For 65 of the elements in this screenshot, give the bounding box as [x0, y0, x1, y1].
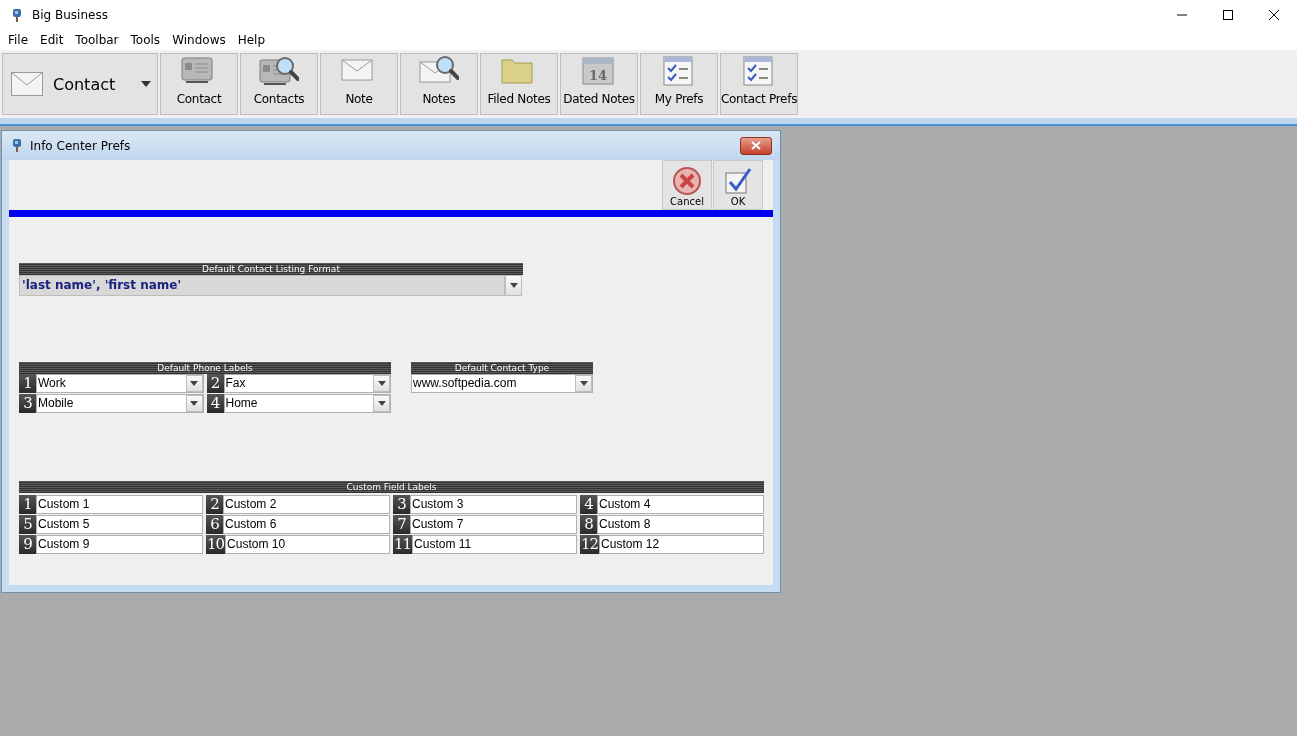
dropdown-button[interactable]	[505, 275, 522, 296]
input-field[interactable]: Custom 4	[597, 495, 764, 514]
field-number: 12	[580, 535, 600, 554]
field-number: 6	[206, 515, 223, 534]
toolbar-button[interactable]: Contacts	[240, 53, 318, 115]
envelope-icon	[11, 72, 43, 96]
field-number: 2	[206, 374, 224, 393]
section-header: Default Phone Labels	[19, 362, 391, 374]
cancel-icon	[672, 166, 702, 196]
section-header: Default Contact Listing Format	[19, 263, 523, 275]
cancel-button[interactable]: Cancel	[662, 160, 712, 210]
ok-button[interactable]: OK	[713, 160, 763, 210]
field-number: 10	[206, 535, 226, 554]
field-number: 1	[19, 374, 36, 393]
menu-item[interactable]: File	[2, 33, 35, 47]
input-field[interactable]: Custom 6	[223, 515, 390, 534]
input-field[interactable]: Custom 8	[597, 515, 764, 534]
input-field[interactable]: Custom 7	[410, 515, 577, 534]
toolbar-button[interactable]: Contact	[160, 53, 238, 115]
dialog-title: Info Center Prefs	[30, 138, 131, 153]
contact-selector[interactable]: Contact	[2, 53, 158, 115]
close-button[interactable]	[740, 136, 772, 155]
field-number: 9	[19, 535, 36, 554]
toolbar-button[interactable]: My Prefs	[640, 53, 718, 115]
field-number: 7	[393, 515, 410, 534]
field-number: 3	[19, 394, 36, 413]
menu-item[interactable]: Edit	[34, 33, 70, 47]
menu-item[interactable]: Help	[231, 33, 272, 47]
app-icon	[10, 7, 24, 23]
field-number: 2	[206, 495, 223, 514]
field-number: 5	[19, 515, 36, 534]
input-field[interactable]: Custom 11	[412, 535, 577, 554]
input-field[interactable]: Custom 12	[599, 535, 764, 554]
menu-item[interactable]: Tools	[124, 33, 167, 47]
input-field[interactable]: Custom 5	[36, 515, 203, 534]
input-field[interactable]: Custom 2	[223, 495, 390, 514]
card-search-icon	[259, 54, 299, 88]
app-icon	[10, 138, 24, 153]
caret-icon	[141, 81, 151, 87]
close-icon	[751, 141, 761, 150]
input-field[interactable]: Custom 10	[225, 535, 390, 554]
window-title: Big Business	[32, 8, 108, 22]
section-header: Default Contact Type	[411, 362, 593, 374]
toolbar-button[interactable]: Contact Prefs	[720, 53, 798, 115]
close-icon[interactable]	[1268, 9, 1280, 21]
menu-item[interactable]: Toolbar	[69, 33, 125, 47]
input-field[interactable]: Custom 3	[410, 495, 577, 514]
dropdown-arrow-icon	[509, 283, 518, 288]
maximize-icon[interactable]	[1222, 9, 1234, 21]
dropdown-field[interactable]: 'last name', 'first name'	[19, 275, 505, 296]
field-number: 4	[580, 495, 597, 514]
field-number: 3	[393, 495, 410, 514]
field-number: 8	[580, 515, 597, 534]
toolbar-button[interactable]: Filed Notes	[480, 53, 558, 115]
input-field[interactable]: Custom 9	[36, 535, 203, 554]
field-number: 4	[206, 394, 224, 413]
toolbar-button[interactable]: Notes	[400, 53, 478, 115]
toolbar-button[interactable]: 14 Dated Notes	[560, 53, 638, 115]
toolbar-button[interactable]: Note	[320, 53, 398, 115]
field-number: 11	[393, 535, 413, 554]
section-header: Custom Field Labels	[19, 481, 764, 493]
checkbox-icon	[723, 166, 753, 196]
field-number: 1	[19, 495, 36, 514]
input-field[interactable]: Custom 1	[36, 495, 203, 514]
menu-item[interactable]: Windows	[166, 33, 232, 47]
